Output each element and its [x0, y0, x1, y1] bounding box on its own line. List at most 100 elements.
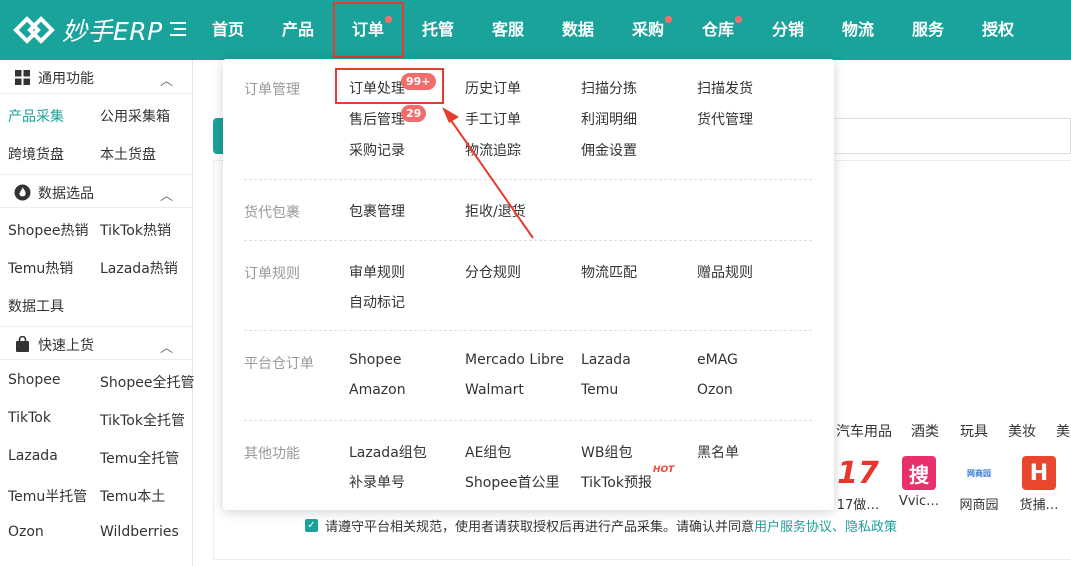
source-site-label: 货捕…: [1019, 498, 1059, 513]
nav-item-8[interactable]: 分销: [770, 0, 806, 60]
menu-item-shopee-first-mile[interactable]: Shopee首公里: [465, 472, 559, 492]
background-search-input[interactable]: [810, 118, 1071, 154]
sidebar-item-local-goods[interactable]: 本土货盘: [100, 144, 156, 164]
menu-item-review-rules[interactable]: 审单规则: [349, 262, 405, 282]
dropdown-divider: [244, 330, 812, 331]
menu-item-after-sales[interactable]: 售后管理: [349, 109, 405, 129]
menu-item-forwarder-management[interactable]: 货代管理: [697, 109, 753, 129]
sidebar-item-cross-border-goods[interactable]: 跨境货盘: [8, 144, 64, 164]
menu-item-commission-settings[interactable]: 佣金设置: [581, 140, 637, 160]
source-site-label: 网商园: [959, 498, 999, 513]
menu-item-blacklist[interactable]: 黑名单: [697, 442, 739, 462]
source-site-17zuo[interactable]: 17 17做…: [830, 456, 886, 514]
menu-item-platform-emag[interactable]: eMAG: [697, 352, 738, 368]
sidebar-section-title: 数据选品: [38, 186, 94, 202]
nav-item-0[interactable]: 首页: [210, 0, 246, 60]
grid-icon: [15, 70, 30, 85]
chevron-up-icon[interactable]: ︿: [160, 70, 173, 89]
agreement-checkbox[interactable]: ✓: [305, 519, 318, 532]
agreement-links[interactable]: 用户服务协议、隐私政策: [754, 516, 897, 535]
nav-item-5[interactable]: 数据: [560, 0, 596, 60]
sidebar-item-tiktok[interactable]: TikTok: [8, 410, 51, 426]
nav-item-7[interactable]: 仓库: [700, 0, 742, 60]
category-beauty[interactable]: 美妆: [1008, 421, 1036, 441]
source-site-vvic[interactable]: 搜 Vvic…: [891, 456, 947, 509]
sidebar-item-temu-full-hosting[interactable]: Temu全托管: [100, 448, 179, 468]
sidebar-item-temu-hot[interactable]: Temu热销: [8, 258, 73, 278]
sidebar-item-ozon[interactable]: Ozon: [8, 524, 44, 540]
menu-item-platform-amazon[interactable]: Amazon: [349, 382, 406, 398]
sidebar-item-tiktok-hot[interactable]: TikTok热销: [100, 220, 171, 240]
menu-item-platform-ozon[interactable]: Ozon: [697, 382, 733, 398]
source-site-wangshangyuan[interactable]: 网商园 网商园: [951, 456, 1007, 514]
sidebar-item-shopee[interactable]: Shopee: [8, 372, 60, 388]
menu-item-lazada-bundle[interactable]: Lazada组包: [349, 442, 427, 462]
sidebar-item-temu-local[interactable]: Temu本土: [100, 486, 165, 506]
after-sales-count-badge: 29: [401, 105, 427, 122]
menu-item-wb-bundle[interactable]: WB组包: [581, 442, 632, 462]
nav-item-4[interactable]: 客服: [490, 0, 526, 60]
sidebar-section-quick-listing[interactable]: 快速上货 ︿: [0, 326, 192, 360]
nav-item-label: 授权: [981, 20, 1014, 39]
chevron-up-icon[interactable]: ︿: [160, 337, 173, 356]
sidebar-item-public-collect-box[interactable]: 公用采集箱: [100, 106, 170, 126]
menu-item-purchase-records[interactable]: 采购记录: [349, 140, 405, 160]
sidebar-item-data-tools[interactable]: 数据工具: [8, 296, 64, 316]
sidebar-item-shopee-hot[interactable]: Shopee热销: [8, 220, 88, 240]
sidebar-section-general[interactable]: 通用功能 ︿: [0, 60, 192, 94]
menu-item-tiktok-forecast[interactable]: TikTok预报: [581, 472, 652, 492]
menu-item-platform-shopee[interactable]: Shopee: [349, 352, 401, 368]
menu-item-profit-details[interactable]: 利润明细: [581, 109, 637, 129]
flame-icon: [14, 184, 31, 201]
menu-item-gift-rules[interactable]: 赠品规则: [697, 262, 753, 282]
menu-item-manual-order[interactable]: 手工订单: [465, 109, 521, 129]
menu-item-scan-shipping[interactable]: 扫描发货: [697, 78, 753, 98]
sidebar-item-lazada[interactable]: Lazada: [8, 448, 58, 464]
sidebar-item-lazada-hot[interactable]: Lazada热销: [100, 258, 178, 278]
nav-item-label: 客服: [491, 20, 524, 39]
menu-item-reject-return[interactable]: 拒收/退货: [465, 201, 526, 221]
menu-item-warehouse-rules[interactable]: 分仓规则: [465, 262, 521, 282]
source-site-label: Vvic…: [898, 494, 940, 509]
notification-dot: [735, 16, 742, 23]
menu-item-ae-bundle[interactable]: AE组包: [465, 442, 511, 462]
menu-item-logistics-tracking[interactable]: 物流追踪: [465, 140, 521, 160]
category-liquor[interactable]: 酒类: [911, 421, 939, 441]
sidebar-item-tiktok-full-hosting[interactable]: TikTok全托管: [100, 410, 185, 430]
nav-item-1[interactable]: 产品: [280, 0, 316, 60]
nav-item-9[interactable]: 物流: [840, 0, 876, 60]
nav-item-10[interactable]: 服务: [910, 0, 946, 60]
menu-item-package-management[interactable]: 包裹管理: [349, 201, 405, 221]
menu-item-platform-lazada[interactable]: Lazada: [581, 352, 631, 368]
sidebar-item-shopee-full-hosting[interactable]: Shopee全托管: [100, 372, 194, 392]
menu-item-logistics-matching[interactable]: 物流匹配: [581, 262, 637, 282]
hot-badge: HOT: [653, 465, 675, 475]
sidebar-section-data-selection[interactable]: 数据选品 ︿: [0, 174, 192, 208]
nav-item-11[interactable]: 授权: [980, 0, 1016, 60]
menu-toggle-icon[interactable]: [170, 20, 188, 38]
source-site-label: 17做…: [836, 498, 880, 513]
order-processing-highlight-box: [335, 68, 444, 104]
menu-item-supplement-tracking-number[interactable]: 补录单号: [349, 472, 405, 492]
sidebar-item-temu-semi-hosting[interactable]: Temu半托管: [8, 486, 87, 506]
top-navigation-bar: 妙手ERP 首页 产品 订单 托管 客服 数据 采购 仓库 分销 物流 服务 授权: [0, 0, 1071, 60]
menu-item-platform-temu[interactable]: Temu: [581, 382, 618, 398]
menu-item-platform-walmart[interactable]: Walmart: [465, 382, 524, 398]
menu-item-scan-sorting[interactable]: 扫描分拣: [581, 78, 637, 98]
sidebar-section-title: 快速上货: [38, 338, 94, 354]
category-auto-supplies[interactable]: 汽车用品: [836, 421, 892, 441]
menu-item-order-history[interactable]: 历史订单: [465, 78, 521, 98]
menu-item-auto-tagging[interactable]: 自动标记: [349, 292, 405, 312]
nav-item-label: 产品: [281, 20, 314, 39]
sidebar-item-product-collect[interactable]: 产品采集: [8, 106, 64, 126]
source-site-huobu[interactable]: H 货捕…: [1011, 456, 1067, 513]
nav-item-3[interactable]: 托管: [420, 0, 456, 60]
chevron-up-icon[interactable]: ︿: [160, 185, 173, 204]
nav-item-6[interactable]: 采购: [630, 0, 672, 60]
agreement-row: ✓ 请遵守平台相关规范，使用者请获取授权后再进行产品采集。请确认并同意 用户服务…: [305, 516, 897, 535]
app-logo[interactable]: 妙手ERP: [12, 10, 163, 50]
category-toys[interactable]: 玩具: [960, 421, 988, 441]
menu-item-platform-mercado-libre[interactable]: Mercado Libre: [465, 352, 564, 368]
category-more[interactable]: 美: [1056, 421, 1070, 441]
sidebar-item-wildberries[interactable]: Wildberries: [100, 524, 179, 540]
